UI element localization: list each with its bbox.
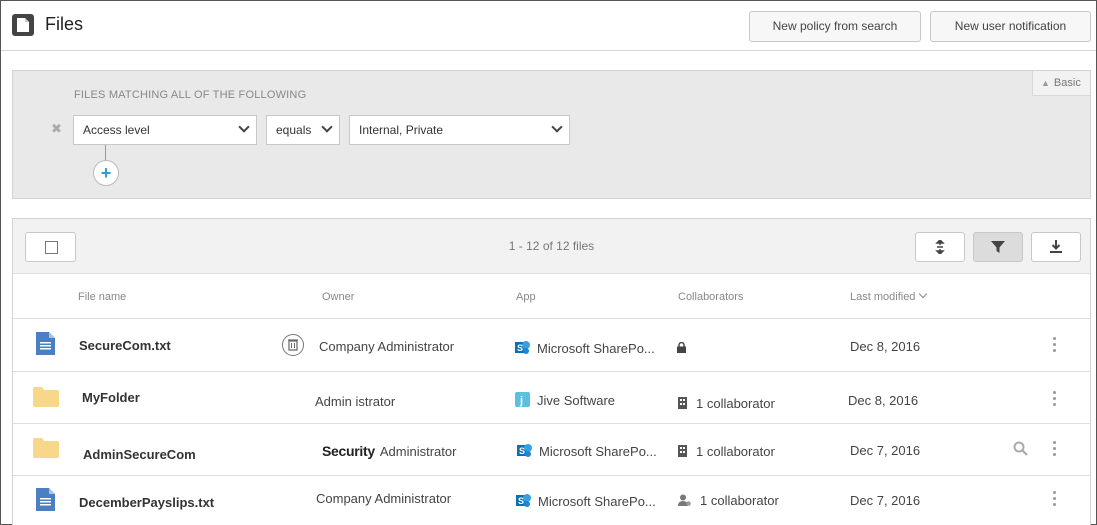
- owner: Company Administrator: [316, 491, 452, 506]
- more-options-icon[interactable]: [1053, 491, 1057, 509]
- col-collaborators[interactable]: Collaborators: [678, 291, 743, 303]
- owner-name: Administrator: [379, 444, 457, 459]
- app: S Microsoft SharePo...: [515, 340, 655, 356]
- files-app-icon: [12, 14, 34, 36]
- security-logo: Security: [322, 443, 375, 459]
- chevron-down-icon: [238, 121, 250, 133]
- file-name[interactable]: SecureCom.txt: [79, 338, 171, 353]
- last-modified: Dec 7, 2016: [850, 443, 921, 458]
- table-row[interactable]: AdminSecureCom Security Administrator S Mi…: [13, 424, 1090, 476]
- table-row[interactable]: DecemberPayslips.txt Company Administrat…: [13, 476, 1090, 525]
- owner: Security Administrator: [322, 443, 456, 459]
- last-modified: Dec 8, 2016: [848, 393, 919, 408]
- collaborators: 1 collaborator: [678, 396, 775, 411]
- collaborators: 1 collaborator: [678, 444, 775, 459]
- collaborator-count: 1 collaborator: [700, 493, 779, 508]
- filter-button[interactable]: [973, 232, 1023, 262]
- chevron-down-icon: [551, 121, 563, 133]
- folder-icon: [33, 438, 59, 458]
- app: S Microsoft SharePo...: [517, 443, 657, 459]
- owner: Admin istrator: [315, 394, 396, 409]
- col-app[interactable]: App: [516, 291, 536, 303]
- new-user-notification-button[interactable]: New user notification: [930, 11, 1091, 42]
- col-last-modified-label: Last modified: [850, 291, 916, 303]
- folder-icon: [33, 387, 59, 407]
- col-last-modified[interactable]: Last modified: [850, 289, 928, 303]
- svg-text:S: S: [518, 496, 524, 506]
- expand-collapse-button[interactable]: [915, 232, 965, 262]
- collaborator-count: 1 collaborator: [696, 444, 775, 459]
- column-headers: File name Owner App Collaborators Last m…: [13, 275, 1090, 319]
- search-icon[interactable]: [1013, 441, 1028, 456]
- collaborators: 1 collaborator: [678, 493, 779, 508]
- jive-icon: j: [515, 392, 530, 407]
- download-button[interactable]: [1031, 232, 1081, 262]
- building-icon: [678, 445, 687, 457]
- svg-text:S: S: [519, 446, 525, 456]
- filter-heading: FILES MATCHING ALL OF THE FOLLOWING: [74, 89, 307, 101]
- file-name[interactable]: AdminSecureCom: [83, 447, 196, 462]
- svg-text:j: j: [519, 395, 523, 407]
- person-icon: [678, 494, 691, 506]
- app: S Microsoft SharePo...: [516, 493, 656, 509]
- filter-field-select[interactable]: Access level: [73, 115, 257, 145]
- filter-panel: ▲ Basic FILES MATCHING ALL OF THE FOLLOWI…: [12, 70, 1091, 199]
- more-options-icon[interactable]: [1053, 391, 1057, 409]
- document-icon: [36, 488, 55, 511]
- funnel-icon: [991, 241, 1005, 253]
- remove-filter-icon[interactable]: ✖: [51, 121, 62, 137]
- chevron-up-icon: ▲: [1041, 78, 1050, 88]
- files-table: 1 - 12 of 12 files File name Owner App C…: [12, 218, 1091, 525]
- last-modified: Dec 8, 2016: [850, 339, 921, 354]
- chevron-down-icon: [321, 121, 333, 133]
- app-name: Jive Software: [537, 393, 616, 408]
- new-policy-from-search-button[interactable]: New policy from search: [749, 11, 921, 42]
- collaborator-count: 1 collaborator: [696, 396, 775, 411]
- filter-field-value: Access level: [83, 123, 150, 137]
- col-owner[interactable]: Owner: [322, 291, 354, 303]
- lock-icon: [677, 342, 686, 353]
- app: j Jive Software: [515, 392, 615, 408]
- table-row[interactable]: SecureCom.txt Company Administrator S Mic…: [13, 320, 1090, 372]
- table-toolbar: 1 - 12 of 12 files: [13, 219, 1090, 274]
- document-icon: [36, 332, 55, 355]
- add-filter-button[interactable]: +: [93, 160, 119, 186]
- basic-mode-toggle[interactable]: ▲ Basic: [1032, 71, 1090, 96]
- sharepoint-icon: S: [516, 494, 531, 507]
- app-name: Microsoft SharePo...: [537, 341, 655, 356]
- file-name[interactable]: MyFolder: [82, 390, 140, 405]
- building-icon: [678, 397, 687, 409]
- more-options-icon[interactable]: [1053, 337, 1057, 355]
- last-modified: Dec 7, 2016: [850, 493, 921, 508]
- filter-value-select[interactable]: Internal, Private: [349, 115, 570, 145]
- filter-value-text: Internal, Private: [359, 123, 444, 137]
- app-name: Microsoft SharePo...: [538, 494, 656, 509]
- basic-label: Basic: [1053, 77, 1081, 89]
- page-header: Files New policy from search New user no…: [1, 1, 1096, 51]
- more-options-icon[interactable]: [1053, 441, 1057, 459]
- file-name[interactable]: DecemberPayslips.txt: [79, 495, 214, 510]
- owner: Company Administrator: [319, 339, 455, 354]
- sort-down-icon: [919, 289, 928, 299]
- expand-collapse-icon: [935, 240, 945, 254]
- filter-operator-select[interactable]: equals: [266, 115, 340, 145]
- filter-operator-value: equals: [276, 123, 312, 137]
- col-file-name[interactable]: File name: [78, 291, 126, 303]
- page-title: Files: [45, 14, 84, 34]
- table-row[interactable]: MyFolder Admin istrator j Jive Software 1…: [13, 372, 1090, 424]
- sharepoint-icon: S: [515, 341, 530, 354]
- svg-text:S: S: [517, 343, 523, 353]
- app-name: Microsoft SharePo...: [539, 444, 657, 459]
- collaborators: [677, 340, 695, 355]
- sharepoint-icon: S: [517, 444, 532, 457]
- trash-icon[interactable]: [282, 334, 304, 356]
- download-icon: [1050, 240, 1062, 253]
